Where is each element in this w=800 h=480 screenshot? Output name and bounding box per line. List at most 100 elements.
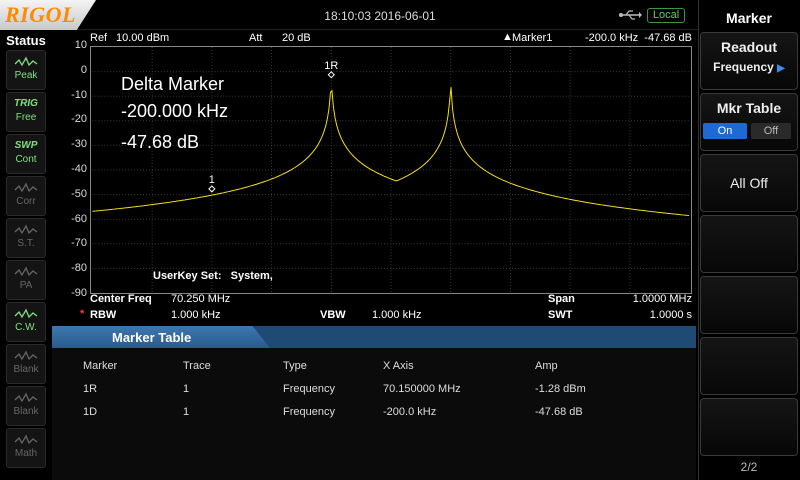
readout-value: Frequency ▶: [713, 60, 785, 74]
att-label: Att: [249, 32, 263, 44]
marker-table-cell: 70.150000 MHz: [383, 383, 461, 395]
empty-softkey-5[interactable]: [700, 276, 798, 334]
ref-label: Ref: [90, 32, 108, 44]
delta-marker-title: Delta Marker: [121, 74, 225, 94]
y-tick-label: -20: [71, 113, 87, 126]
marker-table-cell: 1: [183, 383, 190, 395]
swt-label: SWT: [548, 309, 573, 321]
center-freq-value: 70.250 MHz: [171, 293, 231, 305]
blank-wave-icon: [14, 350, 38, 361]
st-icon: [14, 224, 38, 235]
toggle-off-option[interactable]: Off: [751, 123, 791, 139]
empty-softkey-4[interactable]: [700, 215, 798, 273]
math-wave-icon: [14, 434, 38, 445]
brand-logo-text: RIGOL: [5, 2, 76, 27]
status-item-mode: SWP: [14, 140, 38, 151]
ref-level-value: 10.00 dBm: [116, 32, 170, 44]
empty-softkey-6[interactable]: [700, 337, 798, 395]
blank-wave-icon: [14, 392, 38, 403]
readout-label: Readout: [721, 39, 777, 55]
marker-label-1: 1: [209, 174, 215, 186]
y-tick-label: -40: [71, 163, 87, 175]
cw-wave-icon: [14, 308, 38, 319]
measurement-footer: Center Freq 70.250 MHz Span 1.0000 MHz *…: [80, 292, 694, 326]
status-item-math[interactable]: Math: [6, 428, 46, 468]
status-panel: Status Peak TRIG Free SWP Cont Corr S.T. PA C.W.…: [0, 30, 52, 480]
center-freq-label: Center Freq: [90, 293, 152, 305]
usb-icon: [619, 10, 642, 20]
marker-readout-value: -200.0 kHz -47.68 dB: [584, 32, 692, 44]
status-item-label: Blank: [13, 406, 39, 417]
menu-title: Marker: [726, 10, 772, 26]
remote-status-badge: Local: [647, 8, 685, 23]
marker-label-1r: 1R: [324, 60, 338, 72]
vbw-value: 1.000 kHz: [372, 309, 422, 321]
status-item-label: Corr: [16, 196, 36, 207]
status-panel-title: Status: [6, 33, 46, 48]
status-item-pa[interactable]: PA: [6, 260, 46, 300]
user-key-message: UserKey Set: System,: [153, 270, 273, 282]
marker-point-1: [208, 185, 216, 193]
status-item-peak[interactable]: Peak: [6, 50, 46, 90]
status-item-label: Blank: [13, 364, 39, 375]
status-item-label: Math: [14, 448, 38, 459]
status-item-blank[interactable]: Blank: [6, 386, 46, 426]
status-item-label: Cont: [15, 154, 37, 165]
marker-table-cell: 1D: [83, 406, 98, 418]
marker-table-column-header: Trace: [183, 360, 211, 372]
marker-table-column-header: Amp: [535, 360, 558, 372]
date-time: 18:10:03 2016-06-01: [324, 9, 436, 23]
y-tick-label: -60: [71, 212, 87, 225]
y-tick-label: -80: [71, 262, 87, 275]
rbw-modified-indicator: *: [80, 308, 85, 320]
measurement-header: Ref 10.00 dBm Att 20 dB ▲ Marker1 -200.0…: [88, 30, 694, 46]
marker-table-cell: Frequency: [283, 383, 335, 395]
all-off-label: All Off: [730, 175, 768, 191]
y-tick-label: 10: [74, 39, 87, 51]
y-tick-label: -70: [71, 237, 87, 250]
status-item-cw[interactable]: C.W.: [6, 302, 46, 342]
readout-softkey[interactable]: Readout Frequency ▶: [700, 32, 798, 90]
status-item-free[interactable]: TRIG Free: [6, 92, 46, 132]
marker-table-cell: 1R: [83, 383, 98, 395]
marker-table-cell: -47.68 dB: [535, 406, 583, 418]
menu-title-box: Marker: [700, 2, 798, 32]
y-tick-label: -30: [71, 138, 87, 151]
y-tick-label: -10: [71, 88, 87, 101]
vbw-label: VBW: [320, 309, 346, 321]
status-item-label: S.T.: [17, 238, 35, 249]
triangle-right-icon: ▶: [777, 63, 785, 74]
y-tick-label: -50: [71, 187, 87, 200]
swt-value: 1.0000 s: [649, 309, 692, 321]
toggle-on-option[interactable]: On: [703, 123, 747, 139]
status-item-label: Peak: [14, 70, 38, 81]
span-value: 1.0000 MHz: [632, 293, 692, 305]
status-item-st[interactable]: S.T.: [6, 218, 46, 258]
marker-readout-label: Marker1: [512, 32, 553, 44]
menu-page-indicator: 2/2: [740, 460, 758, 474]
att-value: 20 dB: [282, 32, 311, 44]
marker-table-cell: 1: [183, 406, 190, 418]
status-item-label: C.W.: [15, 322, 37, 333]
peak-wave-icon: [14, 56, 38, 67]
marker-table-cell: -200.0 kHz: [383, 406, 437, 418]
status-item-label: PA: [19, 280, 33, 291]
delta-marker-amplitude: -47.68 dB: [121, 132, 200, 152]
all-off-softkey[interactable]: All Off: [700, 154, 798, 212]
marker-table-cell: Frequency: [283, 406, 335, 418]
status-item-cont[interactable]: SWP Cont: [6, 134, 46, 174]
delta-marker-frequency: -200.000 kHz: [121, 101, 229, 121]
mkr-table-toggle[interactable]: On Off: [703, 123, 793, 139]
status-item-blank[interactable]: Blank: [6, 344, 46, 384]
mkr-table-softkey[interactable]: Mkr Table: [700, 93, 798, 151]
marker-table-column-header: Marker: [83, 360, 118, 372]
empty-softkey-7[interactable]: [700, 398, 798, 456]
marker-table-column-header: X Axis: [383, 360, 414, 372]
pa-icon: [14, 266, 38, 277]
status-item-corr[interactable]: Corr: [6, 176, 46, 216]
mkr-table-label: Mkr Table: [716, 100, 782, 116]
status-item-label: Free: [15, 112, 37, 123]
corr-icon: [14, 182, 38, 193]
marker-table-title: Marker Table: [112, 330, 192, 345]
y-tick-label: 0: [80, 63, 87, 76]
